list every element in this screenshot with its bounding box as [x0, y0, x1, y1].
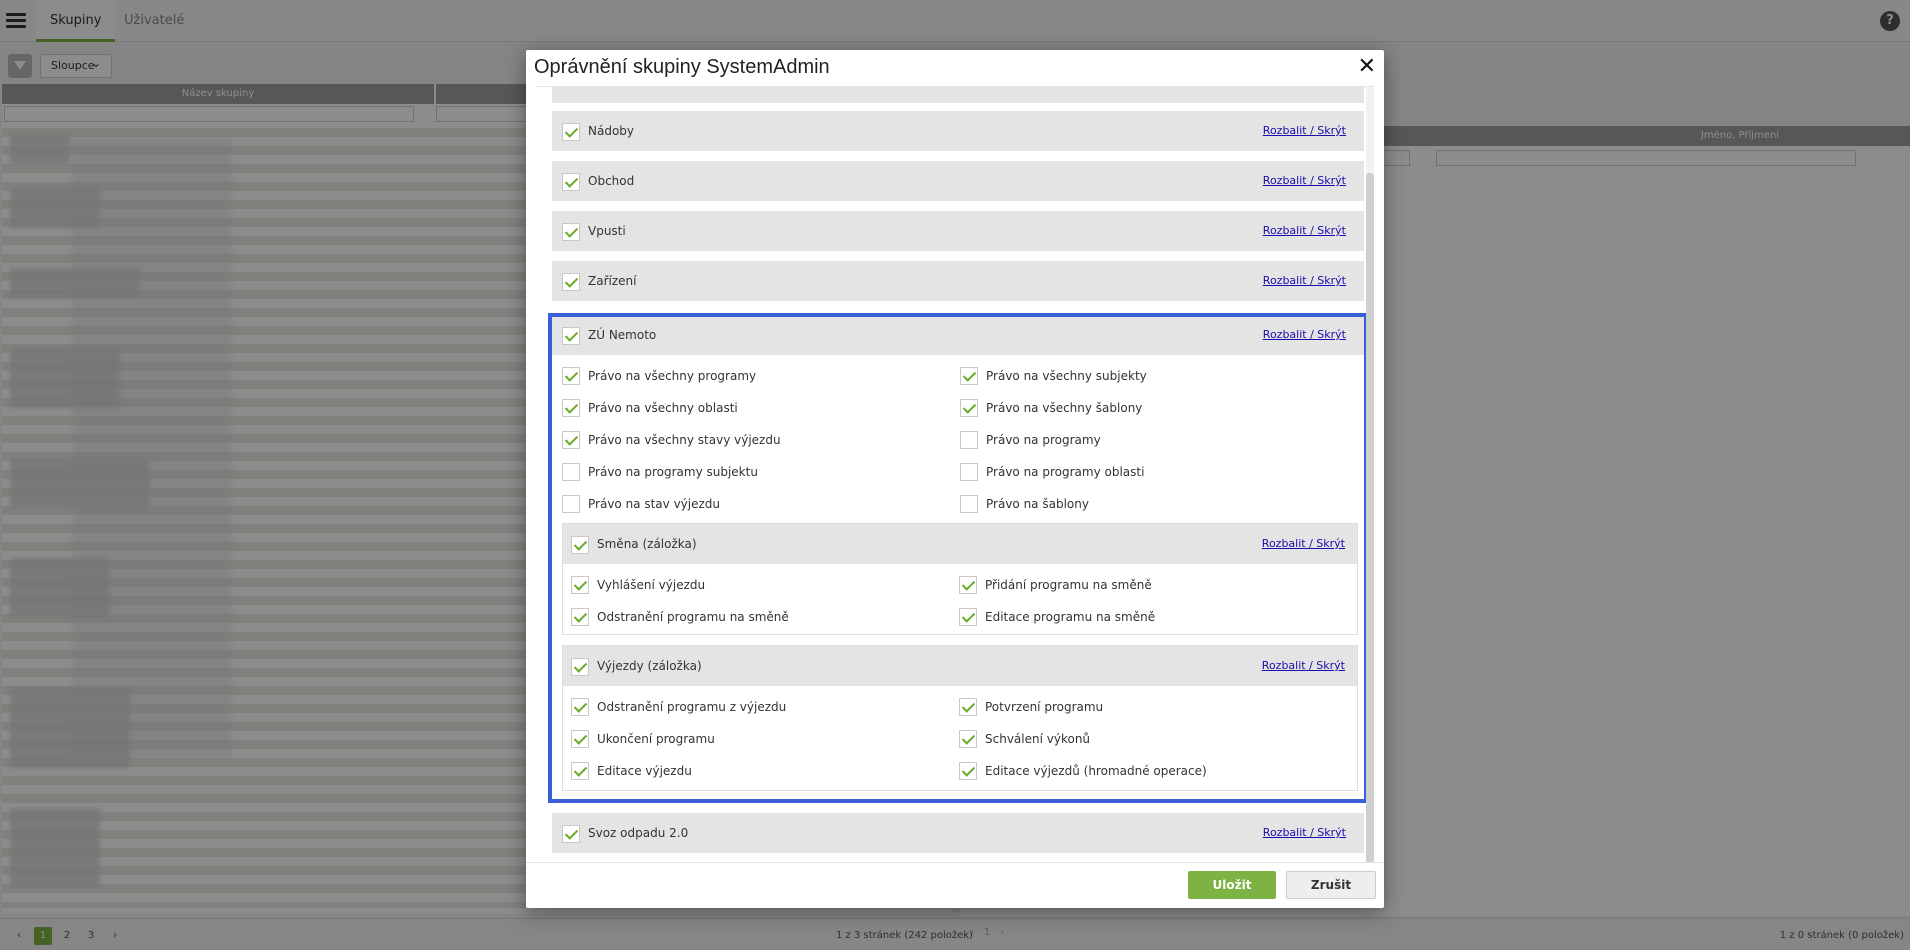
checkbox[interactable] [562, 173, 580, 191]
checkbox [562, 399, 580, 417]
section-obchod: Obchod Rozbalit / Skrýt [552, 161, 1364, 201]
checkbox [960, 399, 978, 417]
checkbox [562, 463, 580, 481]
expand-collapse-link[interactable]: Rozbalit / Skrýt [1263, 224, 1346, 237]
section-hidden [552, 87, 1364, 103]
section-label: Svoz odpadu 2.0 [588, 826, 689, 840]
section-svoz-odpadu: Svoz odpadu 2.0 Rozbalit / Skrýt [552, 813, 1364, 853]
section-zarizeni: Zařízení Rozbalit / Skrýt [552, 261, 1364, 301]
checkbox[interactable] [562, 223, 580, 241]
checkbox [571, 576, 589, 594]
close-icon[interactable]: ✕ [1358, 54, 1376, 79]
checkbox [571, 608, 589, 626]
section-vpusti: Vpusti Rozbalit / Skrýt [552, 211, 1364, 251]
section-nadoby: Nádoby Rozbalit / Skrýt [552, 111, 1364, 151]
checkbox [562, 367, 580, 385]
expand-collapse-link[interactable]: Rozbalit / Skrýt [1263, 826, 1346, 839]
save-button[interactable]: Uložit [1188, 871, 1276, 899]
subsection-vyjezdy: Výjezdy (záložka) Rozbalit / Skrýt Odstr… [562, 645, 1358, 791]
checkbox[interactable] [562, 273, 580, 291]
checkbox [960, 431, 978, 449]
expand-collapse-link[interactable]: Rozbalit / Skrýt [1263, 124, 1346, 137]
checkbox [571, 730, 589, 748]
permission-list: Právo na všechny programy Právo na všech… [552, 355, 1364, 525]
checkbox [959, 730, 977, 748]
dialog-body[interactable]: Nádoby Rozbalit / Skrýt Obchod Rozbalit … [536, 86, 1374, 862]
checkbox [960, 495, 978, 513]
dialog-footer: Uložit Zrušit [526, 862, 1384, 908]
permissions-dialog: Oprávnění skupiny SystemAdmin ✕ Nádoby R… [526, 50, 1384, 908]
checkbox [562, 495, 580, 513]
section-label: ZÚ Nemoto [588, 328, 657, 342]
checkbox[interactable] [562, 123, 580, 141]
cancel-button[interactable]: Zrušit [1286, 871, 1376, 899]
checkbox [571, 698, 589, 716]
checkbox [959, 576, 977, 594]
section-label: Zařízení [588, 274, 637, 288]
checkbox [959, 698, 977, 716]
expand-collapse-link[interactable]: Rozbalit / Skrýt [1263, 174, 1346, 187]
expand-collapse-link[interactable]: Rozbalit / Skrýt [1262, 537, 1345, 550]
section-label: Nádoby [588, 124, 635, 138]
subsection-label: Směna (záložka) [597, 537, 697, 551]
checkbox [959, 762, 977, 780]
checkbox [960, 463, 978, 481]
expand-collapse-link[interactable]: Rozbalit / Skrýt [1263, 274, 1346, 287]
expand-collapse-link[interactable]: Rozbalit / Skrýt [1263, 328, 1346, 341]
checkbox[interactable] [562, 825, 580, 843]
checkbox [960, 367, 978, 385]
section-zu-nemoto: ZÚ Nemoto Rozbalit / Skrýt Právo na všec… [548, 313, 1368, 803]
scrollbar[interactable] [1366, 87, 1374, 862]
checkbox[interactable] [571, 658, 589, 676]
checkbox [571, 762, 589, 780]
scrollbar-thumb[interactable] [1366, 173, 1374, 862]
expand-collapse-link[interactable]: Rozbalit / Skrýt [1262, 659, 1345, 672]
checkbox[interactable] [571, 536, 589, 554]
dialog-title: Oprávnění skupiny SystemAdmin [534, 56, 830, 78]
checkbox[interactable] [562, 327, 580, 345]
subsection-smena: Směna (záložka) Rozbalit / Skrýt Vyhláše… [562, 523, 1358, 635]
section-label: Obchod [588, 174, 635, 188]
checkbox [959, 608, 977, 626]
section-label: Vpusti [588, 224, 626, 238]
checkbox [562, 431, 580, 449]
subsection-label: Výjezdy (záložka) [597, 659, 702, 673]
